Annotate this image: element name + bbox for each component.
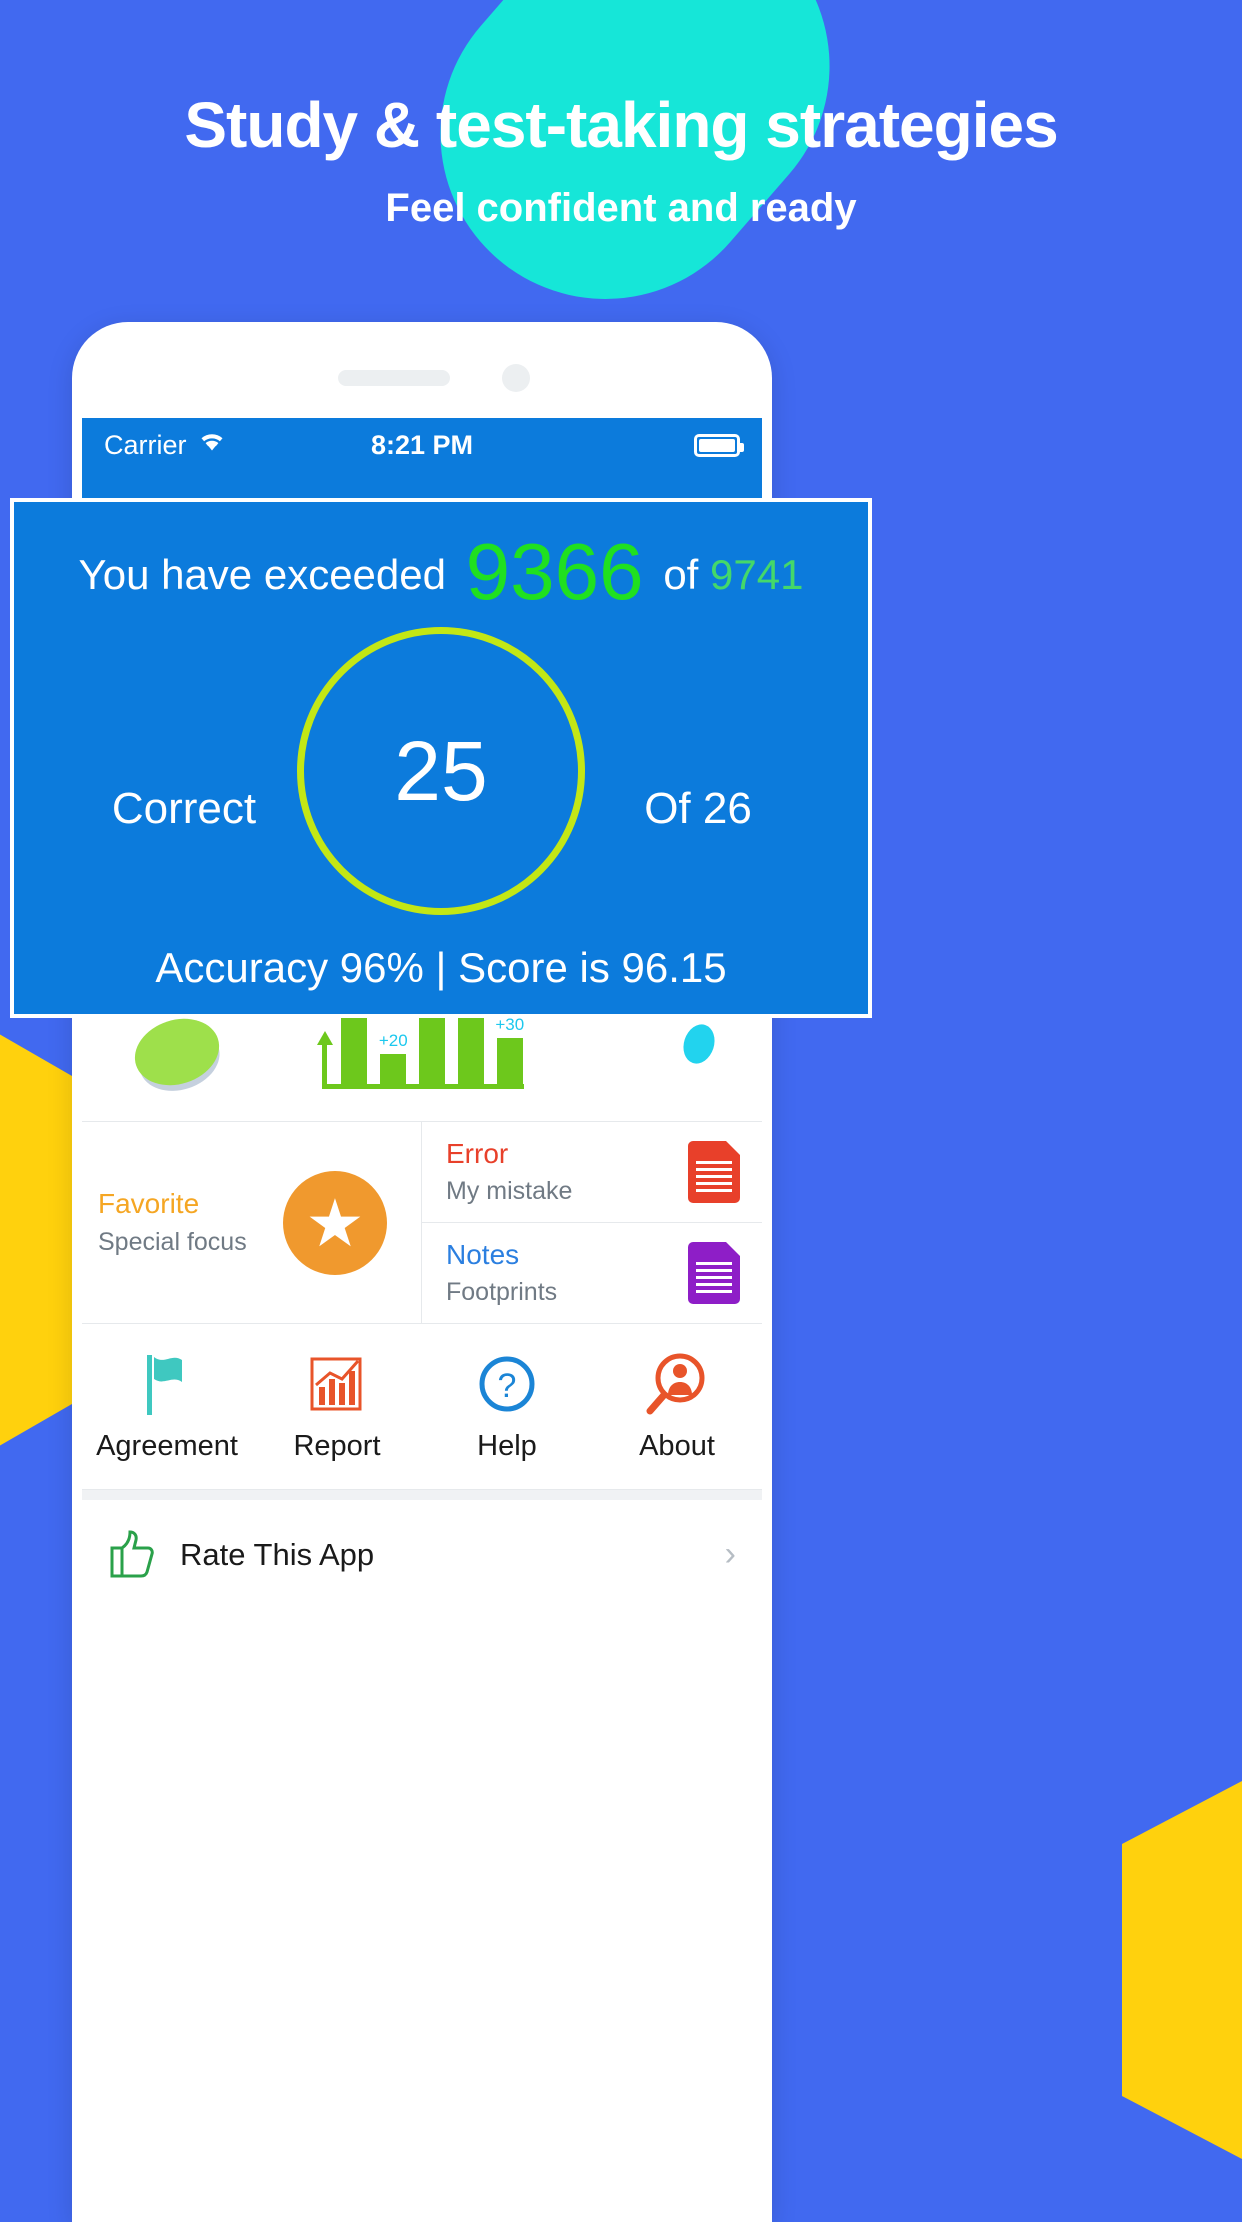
question-circle-icon: ?: [422, 1346, 592, 1422]
chart-bar: [380, 1054, 407, 1084]
toolbar-label-about: About: [639, 1430, 715, 1462]
chart-bar-column: +20: [379, 1031, 408, 1084]
notes-title: Notes: [446, 1239, 520, 1270]
chart-bar-label: +20: [378, 1031, 408, 1050]
rate-this-app-row[interactable]: Rate This App ›: [82, 1490, 762, 1609]
chart-bar: [341, 1016, 368, 1084]
star-glyph: ★: [305, 1185, 365, 1260]
overlay-right-label: Of 26: [644, 783, 752, 833]
error-card[interactable]: Error My mistake: [422, 1122, 762, 1222]
error-subtitle: My mistake: [446, 1177, 573, 1205]
document-lines: [696, 1161, 732, 1195]
chart-bar: [496, 1038, 523, 1084]
green-blob: [126, 1008, 228, 1096]
toolbar-item-about[interactable]: About: [592, 1346, 762, 1463]
bottom-toolbar: Agreement Report ? Help About: [82, 1324, 762, 1490]
svg-text:?: ?: [498, 1367, 517, 1405]
toolbar-item-help[interactable]: ? Help: [422, 1346, 592, 1463]
overlay-lead-text: You have exceeded: [78, 551, 446, 598]
chart-y-axis: [322, 1041, 327, 1089]
chart-x-axis: [322, 1084, 524, 1089]
cyan-blob-right: [678, 1020, 720, 1068]
chart-bar-label: +30: [495, 1015, 525, 1034]
page-subtitle: Feel confident and ready: [385, 186, 857, 230]
favorite-subtitle: Special focus: [98, 1228, 247, 1256]
overlay-score-row: Correct 25 Of 26: [14, 627, 868, 915]
yellow-shape-right: [1122, 1760, 1242, 2180]
chart-bar: [457, 1010, 484, 1084]
overlay-headline: You have exceeded 9366 of 9741: [14, 526, 868, 618]
overlay-left-label: Correct: [111, 783, 257, 833]
favorite-card[interactable]: Favorite Special focus ★: [82, 1122, 422, 1323]
flag-icon: [82, 1346, 252, 1422]
result-overlay-card: You have exceeded 9366 of 9741 Correct 2…: [10, 498, 872, 1018]
chart-icon: [252, 1346, 422, 1422]
rate-this-app-label: Rate This App: [180, 1536, 375, 1572]
chart-bar-column: +30: [495, 1015, 524, 1084]
favorite-texts: Favorite Special focus: [98, 1188, 269, 1257]
document-purple-icon: [688, 1242, 740, 1304]
overlay-accuracy-text: Accuracy 96% | Score is 96.15: [155, 944, 727, 991]
overlay-total-count: 9741: [710, 551, 804, 598]
quick-links-grid: Favorite Special focus ★ Error My mistak…: [82, 1122, 762, 1324]
person-search-icon: [592, 1346, 762, 1422]
page-title: Study & test-taking strategies: [184, 89, 1058, 161]
toolbar-item-agreement[interactable]: Agreement: [82, 1346, 252, 1463]
toolbar-label-agreement: Agreement: [96, 1430, 238, 1462]
phone-speaker-icon: [338, 370, 450, 386]
status-bar-time: 8:21 PM: [370, 429, 474, 460]
status-bar: Carrier 8:21 PM: [82, 418, 762, 472]
star-icon: ★: [283, 1170, 387, 1275]
document-red-icon: [688, 1141, 740, 1203]
toolbar-label-help: Help: [477, 1430, 537, 1462]
error-title: Error: [446, 1138, 509, 1169]
battery-icon: [694, 433, 744, 457]
error-texts: Error My mistake: [446, 1138, 688, 1206]
toolbar-label-report: Report: [293, 1430, 381, 1462]
capsule-decoration: [372, 0, 898, 367]
right-cards: Error My mistake Notes Footprints: [422, 1122, 762, 1323]
notes-subtitle: Footprints: [446, 1278, 558, 1306]
thumbs-up-icon: [108, 1524, 160, 1585]
chevron-right-icon: ›: [724, 1535, 736, 1573]
notes-card[interactable]: Notes Footprints: [422, 1222, 762, 1323]
notes-texts: Notes Footprints: [446, 1239, 688, 1307]
toolbar-item-report[interactable]: Report: [252, 1346, 422, 1463]
phone-camera-icon: [502, 364, 530, 392]
overlay-exceeded-count: 9366: [465, 527, 644, 616]
document-lines: [696, 1262, 732, 1296]
score-value: 25: [394, 723, 488, 818]
favorite-title: Favorite: [98, 1188, 200, 1219]
overlay-of-label: of: [663, 551, 699, 598]
score-ring: 25: [297, 627, 585, 915]
